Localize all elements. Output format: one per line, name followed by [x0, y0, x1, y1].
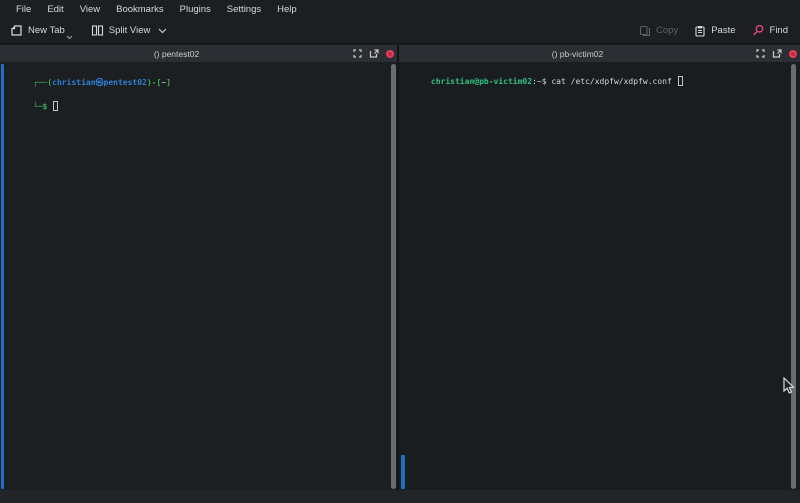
menu-settings[interactable]: Settings [219, 2, 269, 17]
right-terminal-cursor [678, 76, 683, 86]
menu-plugins[interactable]: Plugins [172, 2, 219, 17]
left-expand-icon[interactable] [353, 45, 362, 63]
new-tab-label: New Tab [28, 25, 65, 36]
left-terminal[interactable]: ┌──(christian㉿pentest02)-[~] └─$ [0, 62, 397, 490]
right-prompt-user-host: christian@pb-victim02 [431, 77, 532, 86]
new-tab-submenu-caret [66, 35, 73, 40]
prompt-user-host: christian㉿pentest02 [52, 78, 147, 87]
right-pane-titlebar-icons [756, 45, 797, 62]
left-terminal-content: ┌──(christian㉿pentest02)-[~] └─$ [4, 65, 171, 125]
copy-label: Copy [656, 25, 678, 36]
new-tab-button[interactable]: New Tab [4, 20, 71, 41]
left-pane-title: () pentest02 [0, 49, 353, 59]
left-new-lines-highlight [1, 64, 4, 489]
right-close-icon[interactable] [789, 50, 797, 58]
left-pane-titlebar-icons [353, 45, 394, 62]
left-terminal-cursor [53, 101, 58, 111]
left-close-icon[interactable] [386, 50, 394, 58]
menu-help[interactable]: Help [269, 2, 305, 17]
right-terminal-content: christian@pb-victim02:~$ cat /etc/xdpfw/… [402, 64, 683, 100]
menu-bookmarks[interactable]: Bookmarks [108, 2, 172, 17]
right-pane-titlebar[interactable]: () pb-victim02 [399, 45, 800, 62]
new-tab-icon [10, 24, 23, 37]
split-view-caret-icon [158, 28, 167, 34]
paste-label: Paste [711, 25, 735, 36]
toolbar: New Tab Split View Copy Paste [0, 18, 800, 44]
konsole-window: File Edit View Bookmarks Plugins Setting… [0, 0, 800, 503]
menu-edit[interactable]: Edit [39, 2, 71, 17]
menu-bar: File Edit View Bookmarks Plugins Setting… [0, 0, 800, 18]
prompt-box-open: ┌──( [33, 78, 52, 87]
right-expand-icon[interactable] [756, 45, 765, 63]
prompt-box-bottom: └─$ [33, 102, 47, 111]
copy-icon [639, 25, 651, 37]
find-icon [752, 24, 765, 37]
find-button[interactable]: Find [746, 20, 794, 41]
copy-button[interactable]: Copy [633, 21, 684, 41]
prompt-close: ] [166, 78, 171, 87]
split-view-icon [91, 24, 104, 37]
left-detach-icon[interactable] [369, 45, 379, 63]
window-bottom-strip [0, 490, 800, 503]
mouse-cursor-pointer [783, 377, 795, 400]
left-terminal-scrollbar[interactable] [391, 64, 396, 489]
left-pane-titlebar[interactable]: () pentest02 [0, 45, 397, 62]
paste-icon [694, 25, 706, 37]
prompt-space [47, 102, 52, 111]
menu-file[interactable]: File [8, 2, 39, 17]
right-new-lines-highlight [401, 455, 405, 489]
menu-view[interactable]: View [72, 2, 108, 17]
paste-button[interactable]: Paste [688, 21, 741, 41]
right-command: cat /etc/xdpfw/xdpfw.conf [547, 77, 677, 86]
right-detach-icon[interactable] [772, 45, 782, 63]
prompt-mid: )-[ [147, 78, 161, 87]
split-view-label: Split View [109, 25, 151, 36]
find-label: Find [770, 25, 788, 36]
right-pane-title: () pb-victim02 [399, 49, 756, 59]
split-view-button[interactable]: Split View [85, 20, 174, 41]
right-terminal[interactable]: christian@pb-victim02:~$ cat /etc/xdpfw/… [399, 62, 800, 490]
right-terminal-scrollbar[interactable] [791, 64, 796, 489]
